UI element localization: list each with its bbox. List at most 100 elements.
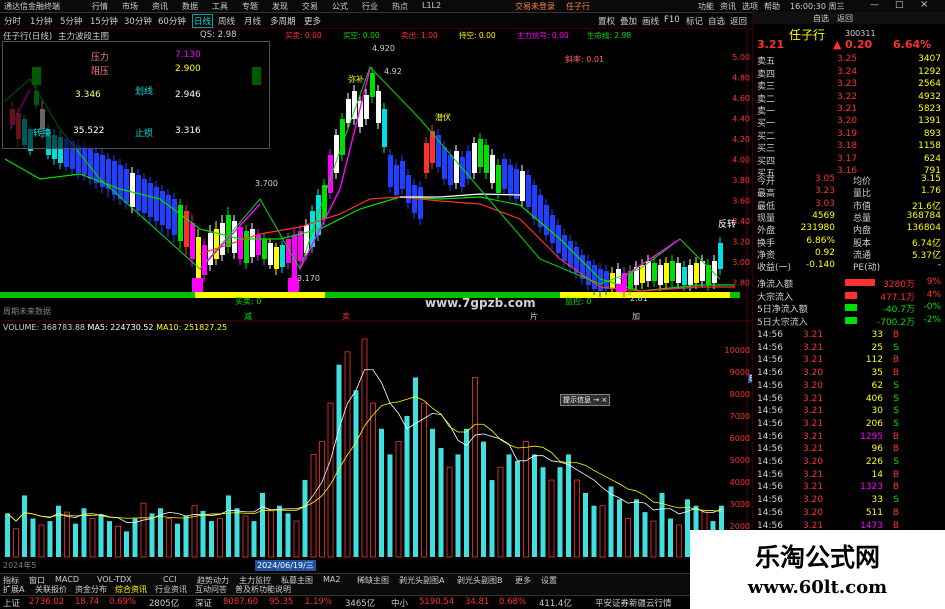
asks-volume: 1292: [918, 66, 941, 77]
volume-bar-13: [115, 525, 121, 558]
candle-body-118: [718, 243, 723, 269]
tick-row-13: 14:56 3.20 33 S: [757, 495, 943, 507]
top-indicator-3: 持空: 0.00: [459, 31, 496, 40]
price-tick-2: 4.60: [732, 94, 750, 103]
volume-bar-36: [310, 454, 317, 558]
tick-time: 14:56: [757, 355, 783, 366]
low-label: 3.170: [297, 274, 320, 283]
menu-item-4[interactable]: 工具: [212, 1, 228, 12]
marker-magenta-1: [192, 278, 203, 292]
candle-body-39: [244, 231, 249, 263]
tick-time: 14:56: [757, 469, 783, 480]
tick-time: 14:56: [757, 330, 783, 340]
extension-tab-4[interactable]: 行业资讯: [155, 584, 187, 595]
close-icon[interactable]: ×: [920, 0, 928, 10]
period-tab-9[interactable]: 多周期: [270, 15, 296, 27]
asks-volume: 5823: [918, 104, 941, 114]
right-menu-item-3[interactable]: 帮助: [764, 1, 780, 12]
indicator-tab-2[interactable]: MACD: [55, 575, 79, 584]
menu-item-5[interactable]: 专题: [242, 1, 258, 12]
top-indicator-5: 生命线: 2.98: [587, 31, 632, 40]
candle-body-86: [526, 175, 531, 207]
toolbar-btn-0[interactable]: 置权: [598, 15, 615, 27]
volume-bar-66: [566, 454, 571, 557]
stat-value: 5.37亿: [911, 250, 941, 261]
toolbar-btn-1[interactable]: 叠加: [620, 15, 637, 27]
indicator-tab-4[interactable]: CCI: [163, 575, 177, 584]
maximize-icon[interactable]: □: [895, 0, 904, 10]
volume-value: VOLUME: 368783.88: [3, 323, 85, 332]
toolbar-btn-2[interactable]: 画线: [642, 15, 659, 27]
volume-bar-27: [234, 508, 240, 557]
right-menu-item-1[interactable]: 资讯: [720, 1, 736, 12]
period-tab-0[interactable]: 分时: [4, 15, 21, 27]
tick-price: 3.21: [803, 444, 824, 455]
menu-item-10[interactable]: 热点: [392, 1, 408, 12]
menu-item-2[interactable]: 资讯: [152, 1, 168, 12]
status-item-7: 95.35: [269, 597, 294, 607]
candle-body-73: [448, 155, 453, 185]
menu-item-11[interactable]: L1L2: [422, 1, 441, 10]
stat-label: PE(动): [853, 263, 881, 274]
extension-tab-6[interactable]: 普及析功能说明: [235, 584, 291, 595]
tick-price: 3.21: [803, 355, 824, 366]
toolbar-btn-3[interactable]: F10: [664, 15, 680, 25]
stat-value: 21.6亿: [911, 201, 941, 212]
menu-item-6[interactable]: 发现: [272, 1, 288, 12]
period-tab-6[interactable]: 日线: [192, 14, 214, 28]
menu-item-7[interactable]: 交易: [302, 1, 318, 12]
menu-item-9[interactable]: 行业: [362, 1, 378, 12]
period-tab-2[interactable]: 5分钟: [60, 15, 82, 27]
panel-toolbar-6[interactable]: 返回: [837, 13, 853, 24]
mibu-label: 弥补: [348, 75, 364, 84]
bids-row-2: 买三 3.18 1158: [757, 141, 943, 154]
menu-item-1[interactable]: 市场: [122, 1, 138, 12]
bids-volume: 624: [923, 153, 941, 164]
menu-item-0[interactable]: 行情: [92, 1, 108, 12]
menu-item-8[interactable]: 公式: [332, 1, 348, 12]
period-tab-8[interactable]: 月线: [244, 15, 261, 27]
extension-tab-2[interactable]: 资金分布: [75, 584, 107, 595]
asks-price: 3.23: [837, 79, 858, 89]
period-tab-7[interactable]: 周线: [218, 15, 235, 27]
toolbar-btn-5[interactable]: 自选: [708, 15, 725, 27]
trade-login-link[interactable]: 交易未登录: [515, 1, 555, 12]
minimize-icon[interactable]: —: [870, 0, 879, 10]
bids-row-3: 买四 3.17 624: [757, 153, 943, 167]
extension-tab-1[interactable]: 关联报价: [35, 584, 67, 595]
bids-price: 3.19: [837, 128, 858, 139]
asks-label: 卖五: [757, 57, 776, 67]
date-left: 2024年5: [3, 561, 37, 570]
extension-tab-0[interactable]: 扩展A: [3, 584, 24, 595]
tooltip-popup[interactable]: 提示信息 → ×: [560, 394, 611, 406]
bids-volume: 1158: [918, 141, 941, 151]
status-item-14: 411.4亿: [539, 599, 572, 609]
asks-row-0: 卖五 3.25 3407: [757, 54, 943, 67]
volume-bar-72: [617, 499, 622, 557]
toolbar-btn-6[interactable]: 返回: [730, 15, 747, 27]
period-tab-10[interactable]: 更多: [304, 15, 321, 27]
chart-area[interactable]: 5.00 4.80 4.60 4.40 4.20 4.00 3.80 3.60 3.40 3.20…: [0, 29, 752, 573]
extension-tab-5[interactable]: 互动问答: [195, 584, 227, 595]
period-tab-4[interactable]: 30分钟: [124, 15, 152, 27]
extension-tab-3[interactable]: 综合资讯: [115, 584, 147, 595]
menu-item-3[interactable]: 数据: [182, 1, 198, 12]
candle-body-41: [256, 235, 261, 255]
period-tab-3[interactable]: 15分钟: [90, 15, 118, 27]
volume-bar-12: [107, 521, 112, 557]
status-item-15: 平安证券新疆云行情: [595, 599, 672, 609]
volume-bar-32: [277, 505, 282, 557]
candle-body-100: [610, 273, 615, 289]
panel-toolbar-5[interactable]: 自选: [813, 13, 829, 24]
stat-value: 3.15: [920, 174, 941, 184]
asks-row-3: 卖二 3.22 4932: [757, 92, 943, 105]
right-menu-item-0[interactable]: 功能: [698, 1, 714, 12]
indicator-tab-8[interactable]: MA2: [323, 575, 340, 584]
stock-link[interactable]: 任子行: [566, 1, 590, 12]
indicator-tab-3[interactable]: VOL-TDX: [97, 575, 132, 584]
toolbar-btn-4[interactable]: 标记: [686, 15, 703, 27]
period-tab-5[interactable]: 60分钟: [158, 15, 186, 27]
stat-value: 231980: [800, 223, 835, 234]
period-tab-1[interactable]: 1分钟: [30, 15, 52, 27]
right-menu-item-2[interactable]: 选项: [742, 1, 758, 12]
